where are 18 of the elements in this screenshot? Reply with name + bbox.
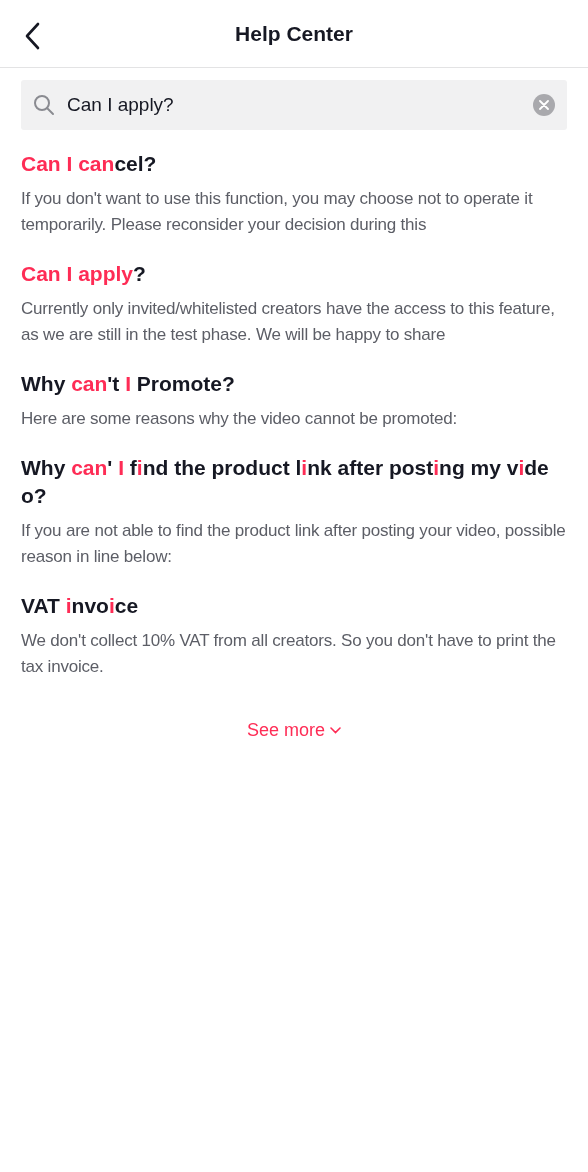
result-snippet: We don't collect 10% VAT from all creators. So you don't have to print the tax invoice.: [21, 630, 557, 678]
result-snippet: If you don't want to use this function, you may choose not to operate it temporarily. Please reconsider your decision during this: [21, 188, 534, 236]
result-title[interactable]: VAT invoice: [21, 592, 567, 620]
search-field[interactable]: Can I apply?: [21, 80, 567, 130]
result-title[interactable]: Why can' I find the product link after posting my video?: [21, 454, 567, 510]
result-title[interactable]: Why can't I Promote?: [21, 370, 567, 398]
chevron-down-icon: [330, 727, 341, 734]
see-more-link[interactable]: See more: [246, 720, 341, 741]
result-title[interactable]: Can I cancel?: [21, 150, 567, 178]
back-icon: [24, 22, 40, 50]
result-snippet: If you are not able to find the product link after posting your video, possible reason in line below:: [21, 520, 567, 568]
result-title[interactable]: Can I apply?: [21, 260, 567, 288]
search-icon: [33, 94, 55, 116]
close-icon: [539, 100, 549, 110]
search-query: Can I apply?: [67, 94, 175, 116]
result-snippet: Here are some reasons why the video cannot be promoted:: [21, 408, 458, 430]
page-title: Help Center: [235, 21, 353, 46]
result-snippet: Currently only invited/whitelisted creators have the access to this feature, as we are still in the test phase. We will be happy to share: [21, 298, 556, 346]
